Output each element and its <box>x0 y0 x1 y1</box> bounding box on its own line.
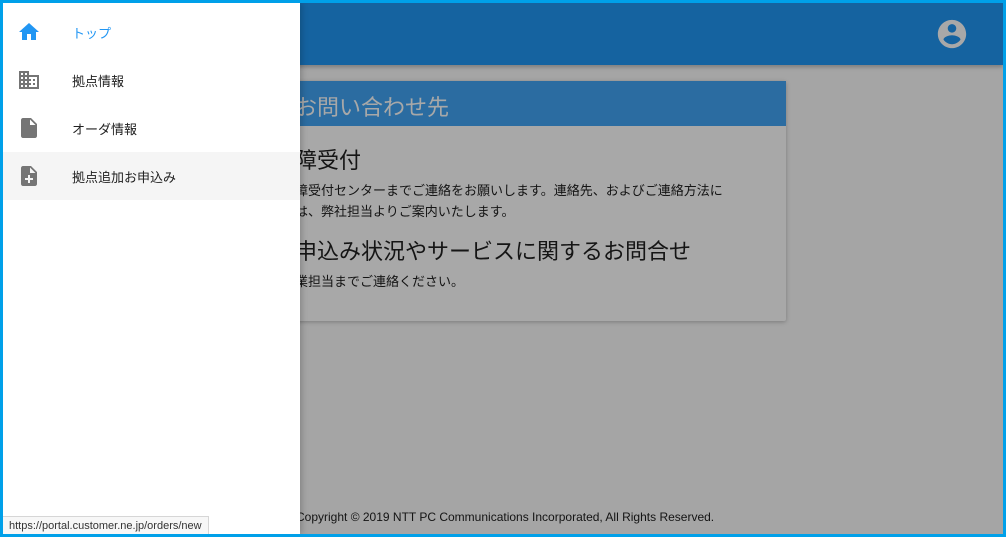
nav-item-order-info[interactable]: オーダ情報 <box>3 104 300 152</box>
nav-item-add-site-application[interactable]: 拠点追加お申込み <box>3 152 300 200</box>
business-icon <box>19 71 39 89</box>
nav-item-label: オーダ情報 <box>72 123 138 138</box>
status-bar-url: https://portal.customer.ne.jp/orders/new <box>3 516 209 534</box>
nav-item-top[interactable]: トップ <box>3 8 300 56</box>
note-add-icon <box>21 166 37 186</box>
nav-item-label: 拠点情報 <box>72 75 125 90</box>
home-icon <box>19 23 39 40</box>
nav-item-label: 拠点追加お申込み <box>72 171 177 186</box>
document-icon <box>21 118 37 138</box>
nav-item-site-info[interactable]: 拠点情報 <box>3 56 300 104</box>
nav-item-label: トップ <box>72 27 112 42</box>
app-window: s お問い合わせ先 障受付 障受付センターまでご連絡をお願いします。連絡先、およ… <box>3 3 1003 534</box>
navigation-drawer: トップ 拠点情報 オーダ情報 拠点追加お申込み <box>3 3 300 534</box>
